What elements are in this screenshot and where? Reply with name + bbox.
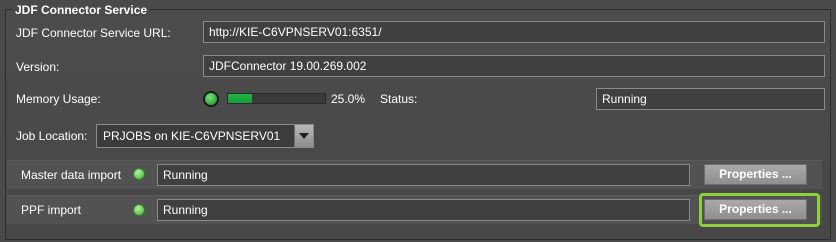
status-field[interactable]: Running bbox=[596, 88, 825, 110]
service-url-label: JDF Connector Service URL: bbox=[16, 26, 171, 40]
memory-usage-progress-bar bbox=[227, 93, 326, 104]
version-field[interactable]: JDFConnector 19.00.269.002 bbox=[203, 55, 825, 77]
ppf-import-label: PPF import bbox=[21, 203, 82, 217]
master-data-import-status-field[interactable]: Running bbox=[157, 164, 690, 186]
ppf-import-properties-button[interactable]: Properties ... bbox=[704, 199, 807, 220]
memory-usage-label: Memory Usage: bbox=[16, 92, 101, 106]
master-data-import-status-icon bbox=[133, 168, 145, 180]
memory-usage-percent: 25.0% bbox=[331, 92, 366, 106]
ppf-import-status-icon bbox=[133, 204, 145, 216]
version-label: Version: bbox=[16, 60, 60, 74]
memory-status-indicator-icon bbox=[203, 91, 219, 107]
job-location-label: Job Location: bbox=[16, 129, 88, 143]
ppf-import-status-field[interactable]: Running bbox=[157, 199, 690, 221]
service-url-field[interactable]: http://KIE-C6VPNSERV01:6351/ bbox=[203, 21, 825, 43]
status-label: Status: bbox=[380, 92, 418, 106]
memory-usage-progress-fill bbox=[228, 94, 253, 103]
job-location-select[interactable]: PRJOBS on KIE-C6VPNSERV01 bbox=[96, 124, 314, 148]
chevron-down-icon[interactable] bbox=[294, 125, 313, 147]
master-data-import-properties-button[interactable]: Properties ... bbox=[704, 164, 807, 185]
panel-title: JDF Connector Service bbox=[12, 3, 151, 17]
job-location-selected-value: PRJOBS on KIE-C6VPNSERV01 bbox=[103, 129, 281, 143]
master-data-import-label: Master data import bbox=[21, 168, 122, 182]
